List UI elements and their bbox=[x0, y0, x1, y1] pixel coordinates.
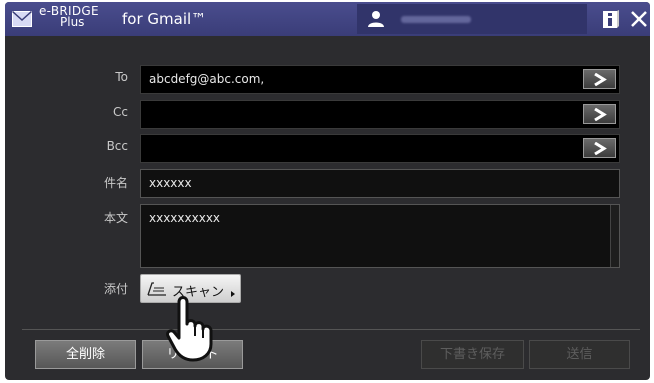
user-name-redacted bbox=[401, 16, 471, 23]
to-field[interactable]: abcdefg@abc.com, bbox=[140, 65, 620, 94]
submenu-arrow-icon bbox=[231, 291, 235, 297]
chevron-right-icon bbox=[594, 142, 607, 155]
app-window: e-BRIDGE Plus for Gmail™ To abcdefg@abc.… bbox=[5, 2, 650, 380]
subject-field[interactable]: xxxxxx bbox=[140, 169, 620, 198]
bcc-address-book-button[interactable] bbox=[583, 138, 616, 158]
hand-pointer-icon bbox=[166, 296, 213, 362]
bcc-field[interactable] bbox=[140, 134, 620, 163]
body-value: xxxxxxxxxx bbox=[149, 211, 221, 225]
mail-icon bbox=[12, 11, 32, 27]
clear-all-button[interactable]: 全削除 bbox=[35, 340, 136, 369]
app-subtitle: for Gmail™ bbox=[122, 10, 207, 28]
subject-value: xxxxxx bbox=[149, 176, 192, 190]
to-label: To bbox=[115, 70, 128, 84]
send-button[interactable]: 送信 bbox=[529, 340, 630, 369]
chevron-right-icon bbox=[594, 73, 607, 86]
body-scrollbar[interactable] bbox=[610, 205, 619, 267]
attachment-label: 添付 bbox=[103, 282, 128, 296]
body-field[interactable]: xxxxxxxxxx bbox=[140, 204, 620, 268]
to-value: abcdefg@abc.com, bbox=[149, 72, 265, 86]
cc-field[interactable] bbox=[140, 100, 620, 129]
cc-address-book-button[interactable] bbox=[583, 104, 616, 124]
app-name: e-BRIDGE Plus for Gmail™ bbox=[39, 5, 206, 28]
title-bar: e-BRIDGE Plus for Gmail™ bbox=[5, 2, 650, 36]
info-icon[interactable] bbox=[603, 10, 619, 28]
scanner-icon bbox=[147, 282, 166, 296]
cc-label: Cc bbox=[113, 105, 128, 119]
bcc-label: Bcc bbox=[106, 139, 128, 153]
save-draft-button[interactable]: 下書き保存 bbox=[421, 340, 524, 369]
to-address-book-button[interactable] bbox=[583, 69, 616, 89]
user-icon bbox=[368, 11, 384, 27]
user-area[interactable] bbox=[357, 4, 587, 34]
body-label: 本文 bbox=[103, 211, 128, 225]
footer-divider bbox=[22, 329, 640, 330]
chevron-right-icon bbox=[594, 108, 607, 121]
close-icon[interactable] bbox=[630, 10, 648, 28]
subject-label: 件名 bbox=[103, 176, 128, 190]
